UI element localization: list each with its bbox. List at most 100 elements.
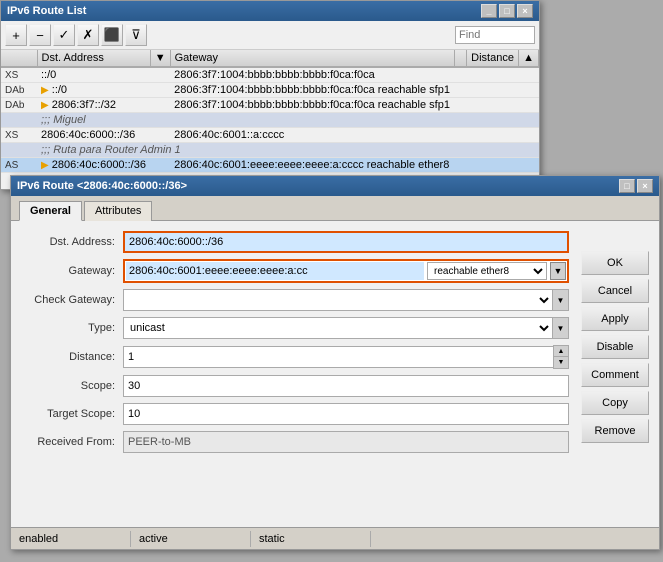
table-row[interactable]: XS ::/0 2806:3f7:1004:bbbb:bbbb:bbbb:f0c… bbox=[1, 67, 539, 83]
filter-btn[interactable]: ⊽ bbox=[125, 24, 147, 46]
target-scope-input[interactable] bbox=[123, 403, 569, 425]
row-extra bbox=[455, 83, 467, 98]
status-enabled: enabled bbox=[11, 531, 131, 547]
row-type bbox=[1, 143, 37, 158]
row-extra bbox=[455, 158, 467, 173]
row-dst: ▶ 2806:40c:6000::/36 bbox=[37, 158, 150, 173]
route-table-scroll[interactable]: Dst. Address ▼ Gateway Distance ▲ XS ::/… bbox=[1, 50, 539, 173]
detail-body: OK Cancel Apply Disable Comment Copy Rem… bbox=[11, 221, 659, 531]
target-scope-row: Target Scope: bbox=[23, 403, 569, 425]
distance-down[interactable]: ▼ bbox=[554, 357, 568, 368]
detail-title-bar: IPv6 Route <2806:40c:6000::/36> □ × bbox=[11, 176, 659, 196]
comment-button[interactable]: Comment bbox=[581, 363, 649, 387]
tab-attributes[interactable]: Attributes bbox=[84, 201, 152, 221]
distance-row: Distance: ▲ ▼ bbox=[23, 345, 569, 369]
received-from-input[interactable] bbox=[123, 431, 569, 453]
list-window-controls: _ □ × bbox=[481, 4, 533, 18]
distance-up[interactable]: ▲ bbox=[554, 346, 568, 357]
form-area: Dst. Address: Gateway: reachable ether8 … bbox=[11, 221, 659, 469]
col-scroll[interactable]: ▲ bbox=[519, 50, 539, 67]
dst-address-label: Dst. Address: bbox=[23, 236, 123, 248]
dst-address-row: Dst. Address: bbox=[23, 231, 569, 253]
row-end bbox=[519, 67, 539, 83]
row-comment: ;;; Miguel bbox=[37, 113, 519, 128]
detail-window: IPv6 Route <2806:40c:6000::/36> □ × Gene… bbox=[10, 175, 660, 550]
close-btn[interactable]: × bbox=[517, 4, 533, 18]
search-input[interactable] bbox=[455, 26, 535, 44]
scope-input[interactable] bbox=[123, 375, 569, 397]
row-arrow bbox=[150, 83, 170, 98]
table-row[interactable]: DAb ▶ 2806:3f7::/32 2806:3f7:1004:bbbb:b… bbox=[1, 98, 539, 113]
gateway-label: Gateway: bbox=[23, 265, 123, 277]
button-panel: OK Cancel Apply Disable Comment Copy Rem… bbox=[581, 251, 649, 443]
cross-btn[interactable]: ✗ bbox=[77, 24, 99, 46]
type-select[interactable]: unicast bbox=[123, 317, 553, 339]
disable-button[interactable]: Disable bbox=[581, 335, 649, 359]
row-dst: ▶ ::/0 bbox=[37, 83, 150, 98]
row-dst: ::/0 bbox=[37, 67, 150, 83]
row-end bbox=[519, 158, 539, 173]
row-end bbox=[519, 143, 539, 158]
ok-button[interactable]: OK bbox=[581, 251, 649, 275]
check-btn[interactable]: ✓ bbox=[53, 24, 75, 46]
detail-minimize-btn[interactable]: □ bbox=[619, 179, 635, 193]
check-gateway-select[interactable] bbox=[123, 289, 553, 311]
table-row[interactable]: XS 2806:40c:6000::/36 2806:40c:6001::a:c… bbox=[1, 128, 539, 143]
row-distance bbox=[467, 98, 519, 113]
status-active: active bbox=[131, 531, 251, 547]
gateway-select[interactable]: reachable ether8 bbox=[427, 262, 547, 280]
row-gateway: 2806:3f7:1004:bbbb:bbbb:bbbb:f0ca:f0ca r… bbox=[170, 98, 455, 113]
type-arrow[interactable]: ▼ bbox=[553, 317, 569, 339]
col-type bbox=[1, 50, 37, 67]
row-type: XS bbox=[1, 128, 37, 143]
distance-spinner[interactable]: ▲ ▼ bbox=[553, 345, 569, 369]
row-gateway: 2806:3f7:1004:bbbb:bbbb:bbbb:f0ca:f0ca bbox=[170, 67, 455, 83]
gateway-input[interactable] bbox=[126, 262, 424, 280]
row-extra bbox=[455, 67, 467, 83]
add-btn[interactable]: + bbox=[5, 24, 27, 46]
col-sort[interactable]: ▼ bbox=[150, 50, 170, 67]
distance-label: Distance: bbox=[23, 351, 123, 363]
row-arrow bbox=[150, 128, 170, 143]
row-arrow bbox=[150, 98, 170, 113]
row-type bbox=[1, 113, 37, 128]
delete-btn[interactable]: − bbox=[29, 24, 51, 46]
minimize-btn[interactable]: _ bbox=[481, 4, 497, 18]
col-distance: Distance bbox=[467, 50, 519, 67]
copy-toolbar-btn[interactable]: ⬛ bbox=[101, 24, 123, 46]
cancel-button[interactable]: Cancel bbox=[581, 279, 649, 303]
remove-button[interactable]: Remove bbox=[581, 419, 649, 443]
tab-general[interactable]: General bbox=[19, 201, 82, 221]
apply-button[interactable]: Apply bbox=[581, 307, 649, 331]
table-row-selected[interactable]: AS ▶ 2806:40c:6000::/36 2806:40c:6001:ee… bbox=[1, 158, 539, 173]
check-gateway-row: Check Gateway: ▼ bbox=[23, 289, 569, 311]
list-title-bar: IPv6 Route List _ □ × bbox=[1, 1, 539, 21]
type-select-wrap: unicast ▼ bbox=[123, 317, 569, 339]
row-dst: ▶ 2806:3f7::/32 bbox=[37, 98, 150, 113]
gateway-dropdown-btn[interactable]: ▼ bbox=[550, 262, 566, 280]
list-window: IPv6 Route List _ □ × + − ✓ ✗ ⬛ ⊽ Dst. A… bbox=[0, 0, 540, 190]
table-row[interactable]: DAb ▶ ::/0 2806:3f7:1004:bbbb:bbbb:bbbb:… bbox=[1, 83, 539, 98]
table-header-row: Dst. Address ▼ Gateway Distance ▲ bbox=[1, 50, 539, 67]
tab-bar: General Attributes bbox=[11, 196, 659, 221]
row-type: DAb bbox=[1, 83, 37, 98]
maximize-btn[interactable]: □ bbox=[499, 4, 515, 18]
dst-address-input[interactable] bbox=[123, 231, 569, 253]
col-sort2 bbox=[455, 50, 467, 67]
gateway-row: Gateway: reachable ether8 ▼ bbox=[23, 259, 569, 283]
route-table: Dst. Address ▼ Gateway Distance ▲ XS ::/… bbox=[1, 50, 539, 173]
list-window-title: IPv6 Route List bbox=[7, 5, 86, 17]
row-type: XS bbox=[1, 67, 37, 83]
row-comment: ;;; Ruta para Router Admin 1 bbox=[37, 143, 519, 158]
table-row-group: ;;; Ruta para Router Admin 1 bbox=[1, 143, 539, 158]
detail-close-btn[interactable]: × bbox=[637, 179, 653, 193]
type-row: Type: unicast ▼ bbox=[23, 317, 569, 339]
copy-button[interactable]: Copy bbox=[581, 391, 649, 415]
distance-input[interactable] bbox=[123, 346, 553, 368]
row-dst: 2806:40c:6000::/36 bbox=[37, 128, 150, 143]
col-dst: Dst. Address bbox=[37, 50, 150, 67]
check-gateway-arrow[interactable]: ▼ bbox=[553, 289, 569, 311]
row-extra bbox=[455, 98, 467, 113]
row-distance bbox=[467, 158, 519, 173]
scope-label: Scope: bbox=[23, 380, 123, 392]
